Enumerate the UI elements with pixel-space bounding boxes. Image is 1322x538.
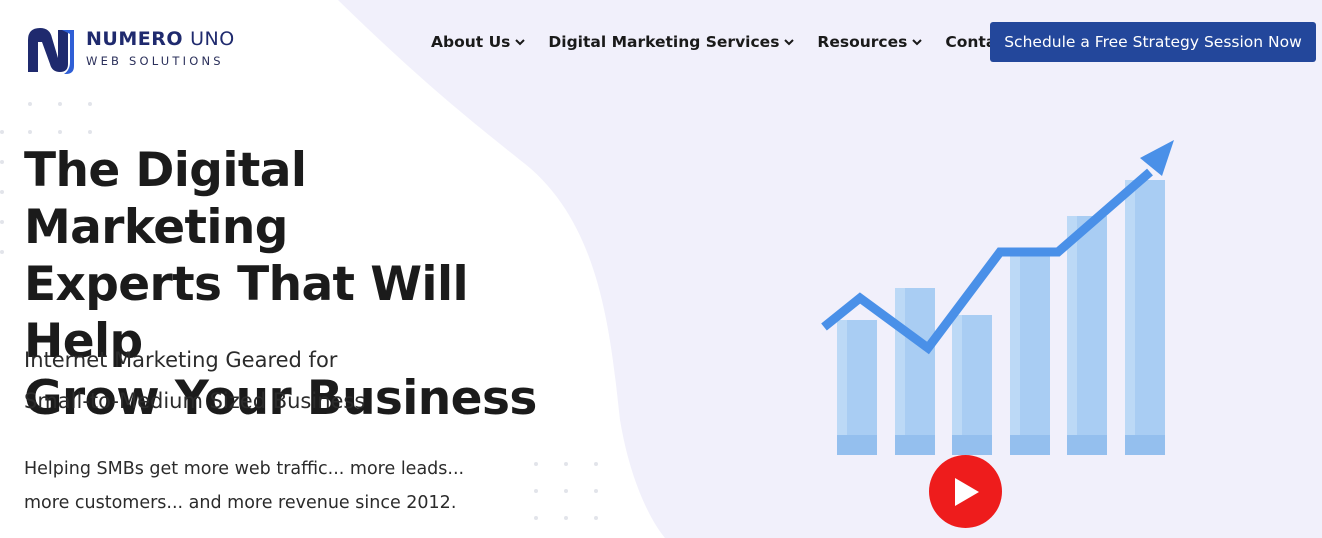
- nav-item-digital-marketing-services[interactable]: Digital Marketing Services: [548, 33, 795, 51]
- nav-item-about-us[interactable]: About Us: [431, 33, 526, 51]
- hero-subtitle: Internet Marketing Geared for Small-to-M…: [24, 340, 365, 422]
- nav-item-label: About Us: [431, 33, 511, 51]
- play-icon: [954, 477, 979, 506]
- chevron-down-icon: [912, 38, 923, 45]
- chevron-down-icon: [784, 38, 795, 45]
- decorative-dots-right: [534, 462, 604, 532]
- hero-title-line: The Digital Marketing: [24, 143, 307, 255]
- hero-subtitle-line: Internet Marketing Geared for: [24, 348, 338, 372]
- growth-chart-icon: [821, 140, 1174, 455]
- nav-item-resources[interactable]: Resources: [817, 33, 923, 51]
- schedule-strategy-session-button[interactable]: Schedule a Free Strategy Session Now: [990, 22, 1316, 62]
- nav-item-label: Resources: [817, 33, 908, 51]
- hero-description-line: more customers... and more revenue since…: [24, 493, 457, 513]
- hero-description: Helping SMBs get more web traffic... mor…: [24, 452, 464, 520]
- main-navigation: About Us Digital Marketing Services Reso…: [431, 22, 1041, 62]
- site-logo[interactable]: NUMERO UNO WEB SOLUTIONS: [24, 22, 264, 76]
- video-play-button[interactable]: [929, 455, 1002, 528]
- illustration-arrow: [821, 140, 1174, 355]
- nav-item-label: Digital Marketing Services: [548, 33, 780, 51]
- chevron-down-icon: [515, 38, 526, 45]
- hero-subtitle-line: Small-to-Medium Sized Business: [24, 389, 366, 413]
- logo-wordmark: NUMERO UNO: [86, 28, 235, 50]
- logo-mark-icon: [28, 28, 74, 74]
- logo-tagline: WEB SOLUTIONS: [86, 54, 224, 68]
- hero-description-line: Helping SMBs get more web traffic... mor…: [24, 459, 465, 479]
